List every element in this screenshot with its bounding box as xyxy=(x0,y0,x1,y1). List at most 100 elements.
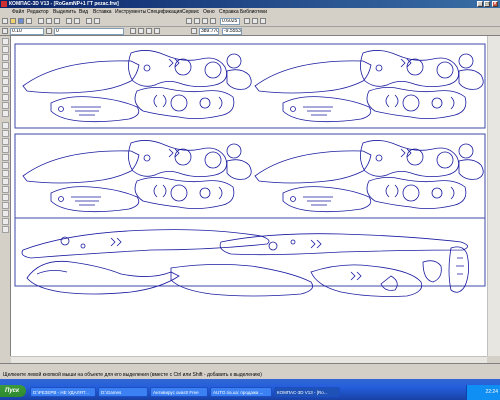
ortho-icon[interactable] xyxy=(146,28,152,34)
long-blade-2 xyxy=(219,233,468,256)
menu-tools[interactable]: Инструменты xyxy=(115,8,146,16)
coord-x-field[interactable]: 389.770 xyxy=(199,28,219,35)
ellipse-tool-icon[interactable] xyxy=(2,154,9,161)
trim-tool-icon[interactable] xyxy=(2,218,9,225)
dimensions-tool-icon[interactable] xyxy=(2,46,9,53)
menu-insert[interactable]: Вставка xyxy=(93,8,112,16)
coord-y-field[interactable]: -9.5553 xyxy=(222,28,242,35)
knife-set-2 xyxy=(254,49,484,123)
taskbar-item-kompas[interactable]: КОМПАС-3D V13 - [Ro... xyxy=(274,387,340,397)
menu-edit[interactable]: Редактор xyxy=(27,8,49,16)
taskbar-item-games[interactable]: D:\Games xyxy=(98,387,148,397)
curved-blade xyxy=(26,260,180,295)
standard-toolbar: 0.6025 xyxy=(0,16,500,27)
menu-file[interactable]: Файл xyxy=(12,8,24,16)
reports-tool-icon[interactable] xyxy=(2,102,9,109)
point-tool-icon[interactable] xyxy=(2,122,9,129)
scale-field[interactable]: 0.6025 xyxy=(220,18,240,25)
properties-icon[interactable] xyxy=(86,18,92,24)
taskbar-item-avast[interactable]: Антивирус avast! Free xyxy=(150,387,208,397)
offset-tool-icon[interactable] xyxy=(2,226,9,233)
help-icon[interactable] xyxy=(94,18,100,24)
minimize-button[interactable]: _ xyxy=(477,1,483,7)
refresh-icon[interactable] xyxy=(244,18,250,24)
vertical-scrollbar[interactable] xyxy=(487,36,500,356)
segment-tool-icon[interactable] xyxy=(2,130,9,137)
grid-icon[interactable] xyxy=(138,28,144,34)
menu-view[interactable]: Вид xyxy=(79,8,88,16)
select-tool-icon[interactable] xyxy=(2,86,9,93)
print-icon[interactable] xyxy=(26,18,32,24)
knife-set-3 xyxy=(22,139,252,213)
save-icon[interactable] xyxy=(18,18,24,24)
menu-service[interactable]: Сервис xyxy=(182,8,199,16)
drawing-canvas[interactable] xyxy=(11,36,487,356)
step-icon[interactable] xyxy=(2,28,8,34)
geometry-tool-icon[interactable] xyxy=(2,38,9,45)
taskbar: Пуск D:\РЕЗЕРВ - НЕ УДАЛЯТ... D:\Games А… xyxy=(0,379,500,400)
taskbar-item-reserve[interactable]: D:\РЕЗЕРВ - НЕ УДАЛЯТ... xyxy=(30,387,96,397)
maximize-button[interactable]: □ xyxy=(484,1,490,7)
show-all-icon[interactable] xyxy=(252,18,258,24)
window-title: КОМПАС-3D V13 - [RoGamNP+1 ГТ pezac.frw] xyxy=(9,1,119,7)
menu-spec[interactable]: Спецификация xyxy=(147,8,182,16)
small-part xyxy=(422,260,442,283)
layer-field[interactable]: 0 xyxy=(54,28,124,35)
layer-icon[interactable] xyxy=(46,28,52,34)
menu-window[interactable]: Окно xyxy=(203,8,215,16)
menu-help[interactable]: Справка xyxy=(219,8,239,16)
hatch-tool-icon[interactable] xyxy=(2,202,9,209)
step-field[interactable]: 0.10 xyxy=(10,28,44,35)
handle-part-2 xyxy=(310,264,423,297)
snap-icon[interactable] xyxy=(154,28,160,34)
edit-tool-icon[interactable] xyxy=(2,62,9,69)
handle-part-1 xyxy=(170,264,314,297)
arc-tool-icon[interactable] xyxy=(2,146,9,153)
horizontal-scrollbar[interactable] xyxy=(11,356,487,363)
new-file-icon[interactable] xyxy=(2,18,8,24)
parametrize-tool-icon[interactable] xyxy=(2,70,9,77)
rectangle-tool-icon[interactable] xyxy=(2,178,9,185)
polyline-tool-icon[interactable] xyxy=(2,170,9,177)
spec-tool-icon[interactable] xyxy=(2,94,9,101)
circle-tool-icon[interactable] xyxy=(2,138,9,145)
zoom-out-icon[interactable] xyxy=(194,18,200,24)
zoom-in-icon[interactable] xyxy=(186,18,192,24)
redo-icon[interactable] xyxy=(74,18,80,24)
designations-tool-icon[interactable] xyxy=(2,54,9,61)
cut-icon[interactable] xyxy=(38,18,44,24)
fillet-tool-icon[interactable] xyxy=(2,194,9,201)
contour-tool-icon[interactable] xyxy=(2,210,9,217)
menu-libraries[interactable]: Библиотеки xyxy=(240,8,267,16)
chamfer-tool-icon[interactable] xyxy=(2,186,9,193)
insert-tool-icon[interactable] xyxy=(2,110,9,117)
knife-set-1 xyxy=(22,49,252,123)
plate-frame-3 xyxy=(14,217,486,287)
start-button[interactable]: Пуск xyxy=(0,385,26,397)
menu-bar: Файл Редактор Выделить Вид Вставка Инстр… xyxy=(0,8,500,16)
title-bar: КОМПАС-3D V13 - [RoGamNP+1 ГТ pezac.frw]… xyxy=(0,0,500,8)
copy-icon[interactable] xyxy=(46,18,52,24)
guard-part xyxy=(448,246,469,293)
paste-icon[interactable] xyxy=(54,18,60,24)
layers-icon[interactable] xyxy=(260,18,266,24)
open-file-icon[interactable] xyxy=(10,18,16,24)
undo-icon[interactable] xyxy=(66,18,72,24)
pan-icon[interactable] xyxy=(210,18,216,24)
system-tray-clock: 22:24 xyxy=(466,385,500,400)
menu-select[interactable]: Выделить xyxy=(53,8,76,16)
current-state-toolbar: 0.10 0 389.770 -9.5553 xyxy=(0,27,500,36)
status-hint: Щелкните левой кнопкой мыши на объекте д… xyxy=(3,372,262,378)
drawing-sheet[interactable] xyxy=(11,36,487,356)
measure-tool-icon[interactable] xyxy=(2,78,9,85)
taskbar-item-autoria[interactable]: AUTO.ria.ua: продажа ... xyxy=(210,387,272,397)
coords-icon xyxy=(191,28,197,34)
compact-toolbar xyxy=(0,36,11,356)
knife-set-4 xyxy=(254,139,484,213)
zoom-window-icon[interactable] xyxy=(202,18,208,24)
status-bar: Щелкните левой кнопкой мыши на объекте д… xyxy=(0,363,500,379)
cursor-icon[interactable] xyxy=(130,28,136,34)
app-icon xyxy=(1,1,7,7)
spline-tool-icon[interactable] xyxy=(2,162,9,169)
close-button[interactable]: × xyxy=(492,1,498,7)
